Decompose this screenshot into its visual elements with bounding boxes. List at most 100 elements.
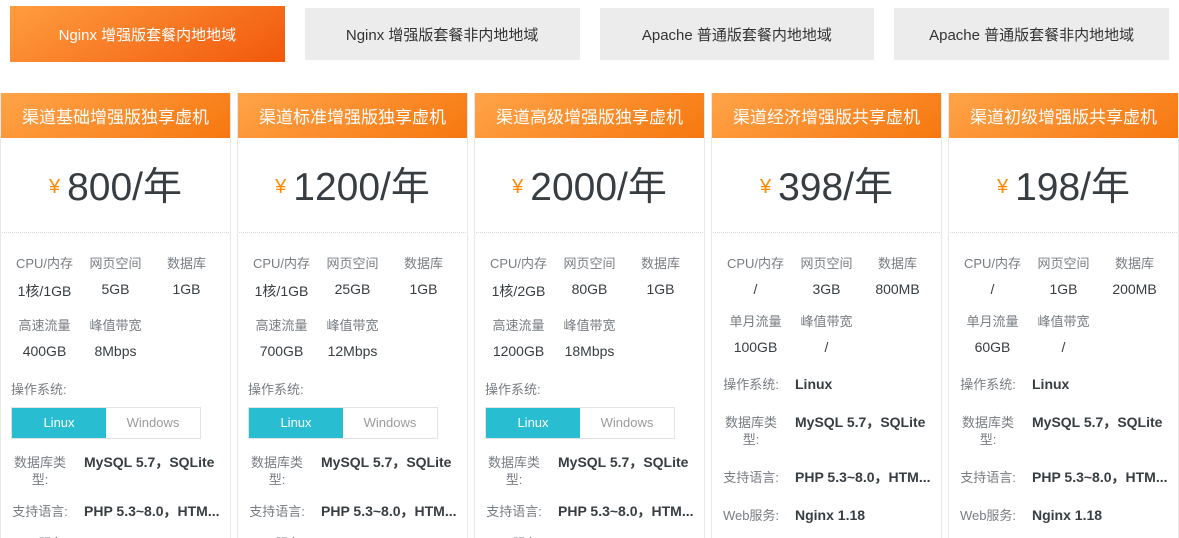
price-amount: 800 bbox=[67, 166, 132, 209]
tab-package-1[interactable]: Nginx 增强版套餐非内地地域 bbox=[305, 8, 580, 60]
spec-cell: CPU/内存1核/1GB bbox=[246, 253, 317, 301]
detail-row: 支持语言:PHP 5.3~8.0，HTM... bbox=[244, 503, 461, 520]
detail-row: 操作系统:Linux bbox=[718, 376, 935, 393]
detail-rows: 操作系统:Linux数据库类型:MySQL 5.7，SQLite支持语言:PHP… bbox=[949, 376, 1178, 538]
spec-value: 1GB bbox=[151, 281, 222, 297]
spec-label: 峰值带宽 bbox=[317, 315, 388, 334]
detail-label: 操作系统: bbox=[718, 376, 784, 393]
detail-label: 支持语言: bbox=[244, 503, 310, 520]
spec-cell: 高速流量1200GB bbox=[483, 315, 554, 359]
detail-row: 数据库类型:MySQL 5.7，SQLite bbox=[244, 454, 461, 488]
os-option-windows[interactable]: Windows bbox=[106, 408, 200, 438]
spec-label: CPU/内存 bbox=[720, 253, 791, 272]
price-suffix: /年 bbox=[380, 166, 430, 209]
yen-symbol: ¥ bbox=[49, 176, 60, 198]
plan-cards: 渠道基础增强版独享虚机 ¥800/年 CPU/内存1核/1GB网页空间5GB数据… bbox=[0, 93, 1179, 538]
os-label: 操作系统: bbox=[248, 379, 457, 398]
plan-price: ¥198/年 bbox=[949, 138, 1178, 232]
spec-cell: 网页空间80GB bbox=[554, 253, 625, 301]
spec-value: 800MB bbox=[862, 281, 933, 297]
spec-label: 网页空间 bbox=[317, 253, 388, 272]
spec-label: 数据库 bbox=[151, 253, 222, 272]
spec-label: CPU/内存 bbox=[483, 253, 554, 272]
detail-value: Linux bbox=[1032, 376, 1069, 393]
spec-value: 12Mbps bbox=[317, 343, 388, 359]
spec-cell: 数据库1GB bbox=[625, 253, 696, 301]
detail-row: 支持语言:PHP 5.3~8.0，HTM... bbox=[481, 503, 698, 520]
yen-symbol: ¥ bbox=[512, 176, 523, 198]
os-option-windows[interactable]: Windows bbox=[343, 408, 437, 438]
plan-card: 渠道标准增强版独享虚机 ¥1200/年 CPU/内存1核/1GB网页空间25GB… bbox=[237, 93, 468, 538]
detail-value: MySQL 5.7，SQLite bbox=[795, 414, 925, 431]
spec-cell: CPU/内存 1核/2GB bbox=[483, 253, 554, 301]
spec-value: 100GB bbox=[720, 339, 791, 355]
os-option-linux[interactable]: Linux bbox=[486, 408, 580, 438]
detail-rows: 数据库类型:MySQL 5.7，SQLite 支持语言:PHP 5.3~8.0，H… bbox=[238, 454, 467, 538]
price-suffix: /年 bbox=[1080, 166, 1130, 209]
os-option-windows[interactable]: Windows bbox=[580, 408, 674, 438]
spec-value: 1GB bbox=[625, 281, 696, 297]
spec-grid: CPU/内存1核/1GB网页空间 25GB数据库 1GB 高速流量700GB峰值带宽 1… bbox=[238, 233, 467, 359]
detail-label: 数据库类型: bbox=[481, 454, 547, 488]
detail-value: PHP 5.3~8.0，HTM... bbox=[558, 503, 694, 520]
spec-label: 峰值带宽 bbox=[1028, 311, 1099, 330]
spec-cell: 峰值带宽 / bbox=[791, 311, 862, 355]
price-amount: 1200 bbox=[293, 166, 380, 209]
spec-cell: 网页空间 25GB bbox=[317, 253, 388, 301]
plan-price: ¥1200/年 bbox=[238, 138, 467, 232]
plan-card: 渠道高级增强版独享虚机 ¥2000/年 CPU/内存1核/2GB网页空间80GB… bbox=[474, 93, 705, 538]
detail-value: Nginx 1.18 bbox=[1032, 507, 1102, 524]
tab-package-3[interactable]: Apache 普通版套餐非内地地域 bbox=[894, 8, 1169, 60]
price-suffix: /年 bbox=[617, 166, 667, 209]
plan-title: 渠道基础增强版独享虚机 bbox=[1, 93, 230, 138]
spec-label: 峰值带宽 bbox=[791, 311, 862, 330]
spec-value: 400GB bbox=[9, 343, 80, 359]
detail-row: 数据库类型: MySQL 5.7，SQLite bbox=[718, 414, 935, 448]
detail-label: 支持语言: bbox=[718, 469, 784, 486]
spec-cell: 峰值带宽 12Mbps bbox=[317, 315, 388, 359]
tab-package-2[interactable]: Apache 普通版套餐内地地域 bbox=[600, 8, 875, 60]
spec-value: / bbox=[720, 281, 791, 297]
spec-cell: 峰值带宽 18Mbps bbox=[554, 315, 625, 359]
spec-grid: CPU/内存/网页空间1GB数据库200MB单月流量60GB峰值带宽/ bbox=[949, 233, 1178, 355]
spec-value: 3GB bbox=[791, 281, 862, 297]
detail-row: 支持语言:PHP 5.3~8.0，HTM... bbox=[718, 469, 935, 486]
spec-value: 1核/2GB bbox=[483, 281, 554, 301]
spec-cell: 高速流量700GB bbox=[246, 315, 317, 359]
spec-label: 网页空间 bbox=[554, 253, 625, 272]
os-option-linux[interactable]: Linux bbox=[249, 408, 343, 438]
price-suffix: /年 bbox=[843, 166, 893, 209]
detail-rows: 数据库类型:MySQL 5.7，SQLite支持语言:PHP 5.3~8.0，H… bbox=[475, 454, 704, 538]
yen-symbol: ¥ bbox=[997, 176, 1008, 198]
spec-label: 峰值带宽 bbox=[554, 315, 625, 334]
plan-price: ¥2000/年 bbox=[475, 138, 704, 232]
os-toggle: LinuxWindows bbox=[248, 407, 438, 439]
spec-label: CPU/内存 bbox=[9, 253, 80, 272]
spec-label: 单月流量 bbox=[957, 311, 1028, 330]
spec-value: 1GB bbox=[388, 281, 459, 297]
os-option-linux[interactable]: Linux bbox=[12, 408, 106, 438]
detail-label: 数据库类型: bbox=[7, 454, 73, 488]
spec-cell: 数据库 1GB bbox=[388, 253, 459, 301]
detail-value: Nginx 1.18 bbox=[795, 507, 865, 524]
detail-label: 数据库类型: bbox=[718, 414, 784, 448]
spec-cell: 网页空间1GB bbox=[1028, 253, 1099, 297]
spec-label: 网页空间 bbox=[791, 253, 862, 272]
spec-label: 数据库 bbox=[1099, 253, 1170, 272]
spec-value: 18Mbps bbox=[554, 343, 625, 359]
spec-label: 峰值带宽 bbox=[80, 315, 151, 334]
os-toggle: LinuxWindows bbox=[485, 407, 675, 439]
spec-grid: CPU/内存 1核/2GB网页空间80GB数据库1GB 高速流量1200GB峰值带宽… bbox=[475, 233, 704, 359]
spec-value: 25GB bbox=[317, 281, 388, 297]
spec-value: / bbox=[957, 281, 1028, 297]
spec-cell: 网页空间5GB bbox=[80, 253, 151, 301]
plan-card: 渠道初级增强版共享虚机 ¥198/年 CPU/内存/网页空间1GB数据库200M… bbox=[948, 93, 1179, 538]
spec-cell: CPU/内存 / bbox=[957, 253, 1028, 297]
tab-package-0[interactable]: Nginx 增强版套餐内地地域 bbox=[10, 6, 285, 62]
spec-value: / bbox=[791, 339, 862, 355]
os-section: 操作系统:LinuxWindows bbox=[475, 359, 704, 439]
spec-label: 数据库 bbox=[388, 253, 459, 272]
spec-label: CPU/内存 bbox=[957, 253, 1028, 272]
spec-grid: CPU/内存1核/1GB网页空间5GB数据库1GB高速流量400GB峰值带宽8M… bbox=[1, 233, 230, 359]
spec-value: / bbox=[1028, 339, 1099, 355]
